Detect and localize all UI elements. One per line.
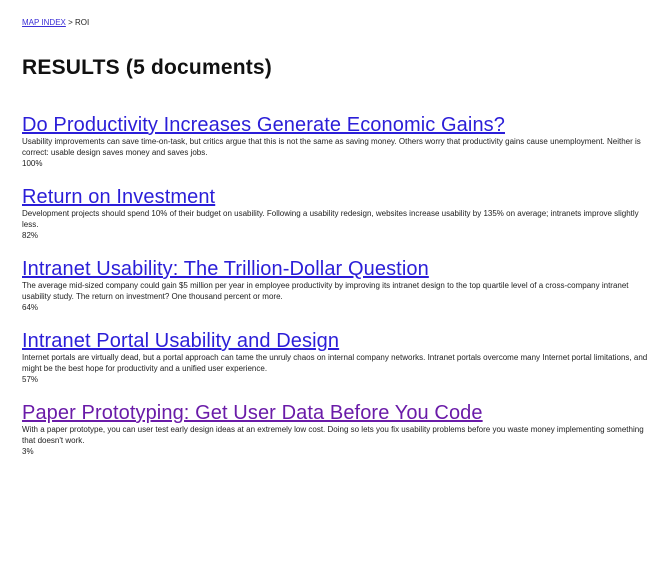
result-item: Do Productivity Increases Generate Econo… [22, 114, 654, 169]
result-description: Usability improvements can save time-on-… [22, 137, 641, 157]
result-score: 57% [22, 375, 39, 384]
result-title-link[interactable]: Intranet Portal Usability and Design [22, 330, 654, 352]
result-item: Return on Investment Development project… [22, 186, 654, 241]
breadcrumb-link-map-index[interactable]: MAP INDEX [22, 18, 66, 27]
result-description: With a paper prototype, you can user tes… [22, 425, 644, 445]
result-score: 82% [22, 231, 39, 240]
page-title: RESULTS (5 documents) [22, 56, 272, 79]
result-item: Intranet Portal Usability and Design Int… [22, 330, 654, 385]
result-title-link[interactable]: Do Productivity Increases Generate Econo… [22, 114, 654, 136]
results-list: Do Productivity Increases Generate Econo… [22, 114, 654, 474]
result-title-link[interactable]: Paper Prototyping: Get User Data Before … [22, 402, 654, 424]
result-title-link[interactable]: Return on Investment [22, 186, 654, 208]
result-description: The average mid-sized company could gain… [22, 281, 629, 301]
result-score: 3% [22, 447, 34, 456]
result-item: Paper Prototyping: Get User Data Before … [22, 402, 654, 457]
breadcrumb-current: ROI [75, 18, 90, 27]
result-item: Intranet Usability: The Trillion-Dollar … [22, 258, 654, 313]
result-description: Internet portals are virtually dead, but… [22, 353, 648, 373]
breadcrumb: MAP INDEX > ROI [22, 18, 89, 27]
result-score: 64% [22, 303, 39, 312]
breadcrumb-separator: > [65, 18, 75, 27]
result-score: 100% [22, 159, 43, 168]
result-description: Development projects should spend 10% of… [22, 209, 639, 229]
result-title-link[interactable]: Intranet Usability: The Trillion-Dollar … [22, 258, 654, 280]
